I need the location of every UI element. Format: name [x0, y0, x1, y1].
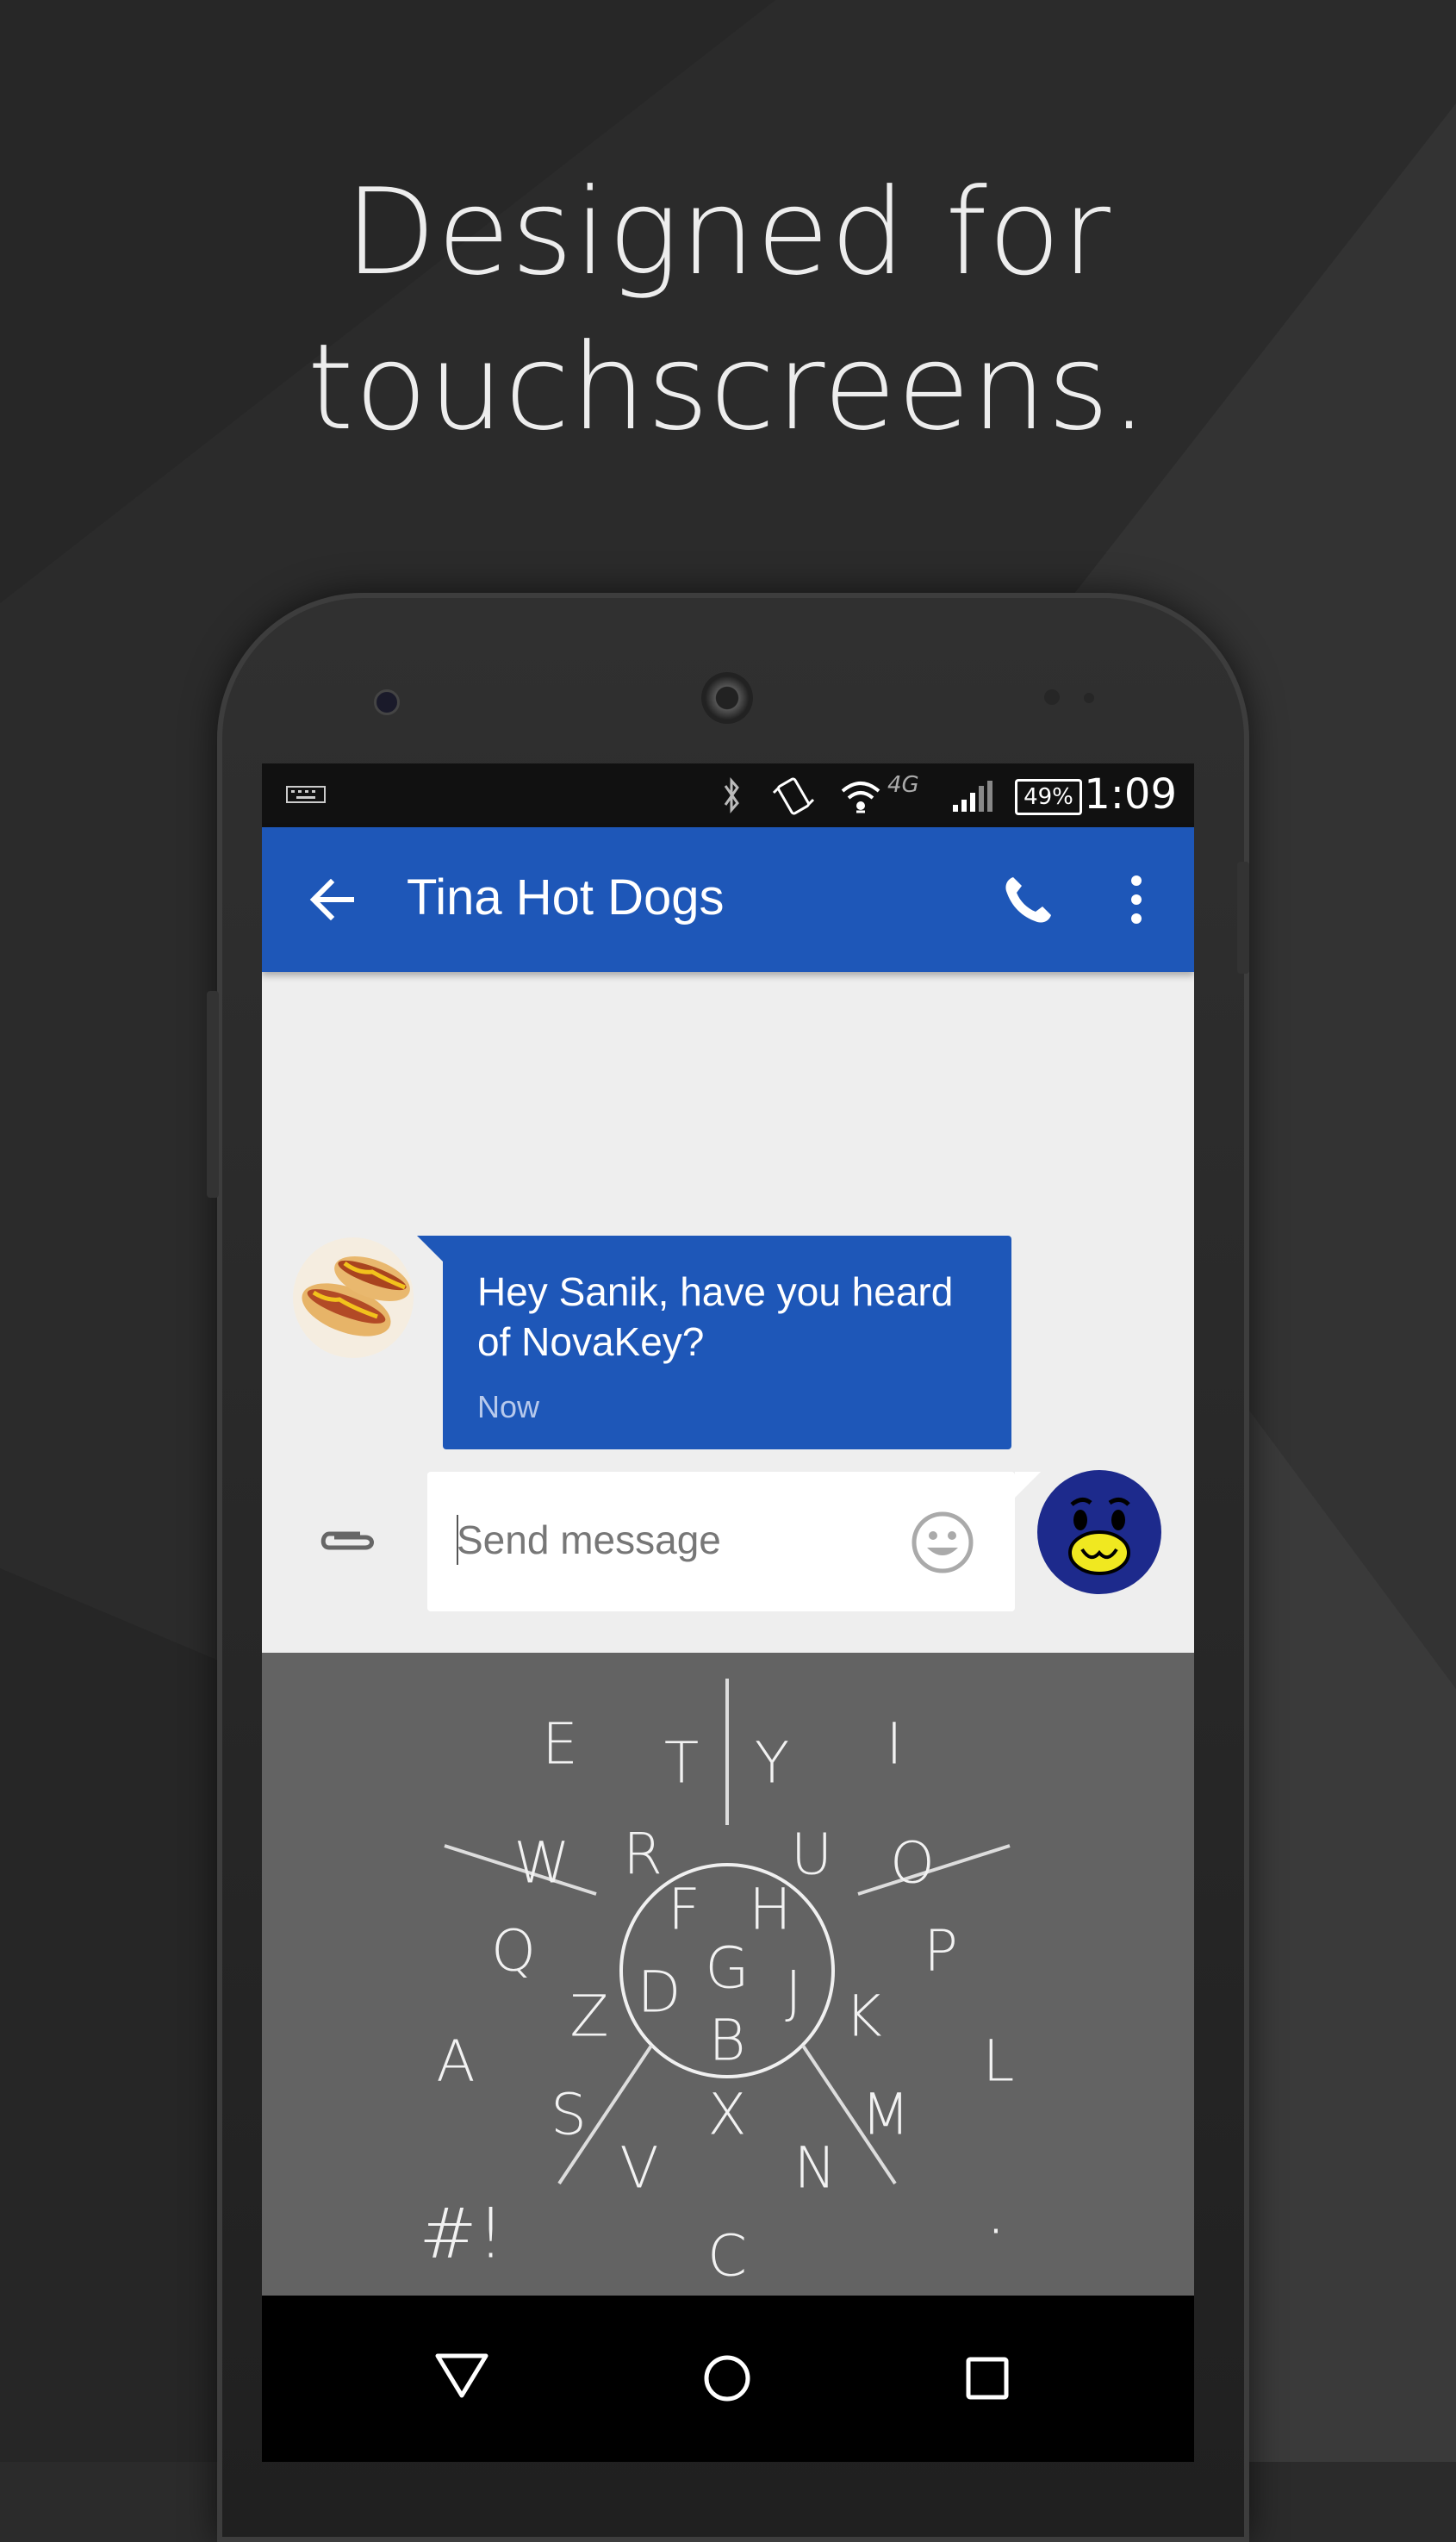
message-input-placeholder: Send message: [457, 1517, 721, 1562]
key-d[interactable]: D: [638, 1959, 681, 2026]
contact-avatar[interactable]: [293, 1237, 414, 1358]
user-avatar[interactable]: [1037, 1470, 1161, 1594]
navigation-bar: [262, 2296, 1194, 2462]
key-x[interactable]: X: [707, 2082, 746, 2148]
headline: Designed for touchscreens.: [0, 155, 1456, 465]
key-m[interactable]: M: [862, 2082, 911, 2148]
key-u[interactable]: U: [791, 1822, 832, 1888]
volume-button: [207, 991, 219, 1198]
headline-line-1: Designed for: [345, 163, 1111, 302]
key-y[interactable]: Y: [755, 1730, 789, 1797]
key-i[interactable]: I: [886, 1711, 902, 1778]
message-timestamp: Now: [477, 1389, 540, 1424]
novakey-keyboard[interactable]: E T Y I W R U O Q P F H G D J Z K B A L …: [262, 1653, 1194, 2296]
phone-icon[interactable]: [1001, 874, 1053, 925]
key-period[interactable]: .: [985, 2170, 1006, 2250]
speaker-grille-icon: [701, 672, 753, 724]
key-symbols[interactable]: #!: [419, 2194, 504, 2274]
key-g[interactable]: G: [705, 1935, 749, 2002]
key-q[interactable]: Q: [491, 1918, 536, 1984]
wifi-icon: [841, 782, 880, 813]
signal-icon: [953, 781, 992, 812]
keyboard-notification-icon: [286, 786, 326, 803]
sensor-icon: [1044, 689, 1060, 705]
cartoon-face-icon: [1068, 1498, 1130, 1575]
battery-indicator: 49%: [1015, 779, 1082, 815]
key-j[interactable]: J: [785, 1959, 801, 2026]
smiley-icon[interactable]: [910, 1510, 975, 1575]
headline-line-2: touchscreens.: [307, 318, 1149, 457]
app-bar: Tina Hot Dogs: [262, 827, 1194, 972]
key-s[interactable]: S: [551, 2082, 587, 2148]
key-b[interactable]: B: [708, 2008, 745, 2074]
message-text: Hey Sanik, have you heard of NovaKey?: [477, 1269, 954, 1364]
network-type: 4G: [887, 772, 919, 798]
more-vert-icon[interactable]: [1123, 872, 1149, 927]
key-p[interactable]: P: [924, 1918, 958, 1984]
front-camera-icon: [374, 689, 400, 715]
bluetooth-icon: [724, 777, 739, 813]
hot-dog-image: [302, 1256, 410, 1336]
arrow-left-icon[interactable]: [308, 875, 357, 924]
status-time: 1:09: [1084, 770, 1177, 819]
triangle-back-icon[interactable]: [434, 2352, 489, 2399]
vibrate-icon: [772, 777, 815, 815]
incoming-message-bubble[interactable]: Hey Sanik, have you heard of NovaKey? No…: [443, 1236, 1011, 1449]
status-bar: 4G 49% 1:09: [262, 763, 1194, 827]
key-k[interactable]: K: [844, 1984, 881, 2050]
message-input[interactable]: Send message: [427, 1472, 1015, 1611]
key-v[interactable]: V: [619, 2135, 658, 2202]
key-n[interactable]: N: [793, 2135, 836, 2202]
key-e[interactable]: E: [542, 1711, 578, 1778]
sensor-icon: [1084, 693, 1094, 703]
conversation-title: Tina Hot Dogs: [407, 869, 725, 925]
square-recents-icon[interactable]: [965, 2356, 1010, 2401]
paperclip-icon[interactable]: [317, 1522, 377, 1560]
circle-home-icon[interactable]: [701, 2352, 753, 2404]
key-c[interactable]: C: [707, 2223, 747, 2290]
key-w[interactable]: W: [513, 1830, 569, 1897]
key-a[interactable]: A: [436, 2028, 475, 2095]
key-f[interactable]: F: [668, 1877, 700, 1943]
key-r[interactable]: R: [623, 1822, 663, 1888]
phone-screen: 4G 49% 1:09 Tina Hot Dogs Hey Sanik, hav…: [262, 763, 1194, 2462]
key-h[interactable]: H: [749, 1877, 792, 1943]
key-l[interactable]: L: [983, 2028, 1015, 2095]
key-o[interactable]: O: [890, 1830, 935, 1897]
key-t[interactable]: T: [664, 1730, 699, 1797]
power-button: [1237, 862, 1249, 974]
key-z[interactable]: Z: [569, 1984, 608, 2050]
